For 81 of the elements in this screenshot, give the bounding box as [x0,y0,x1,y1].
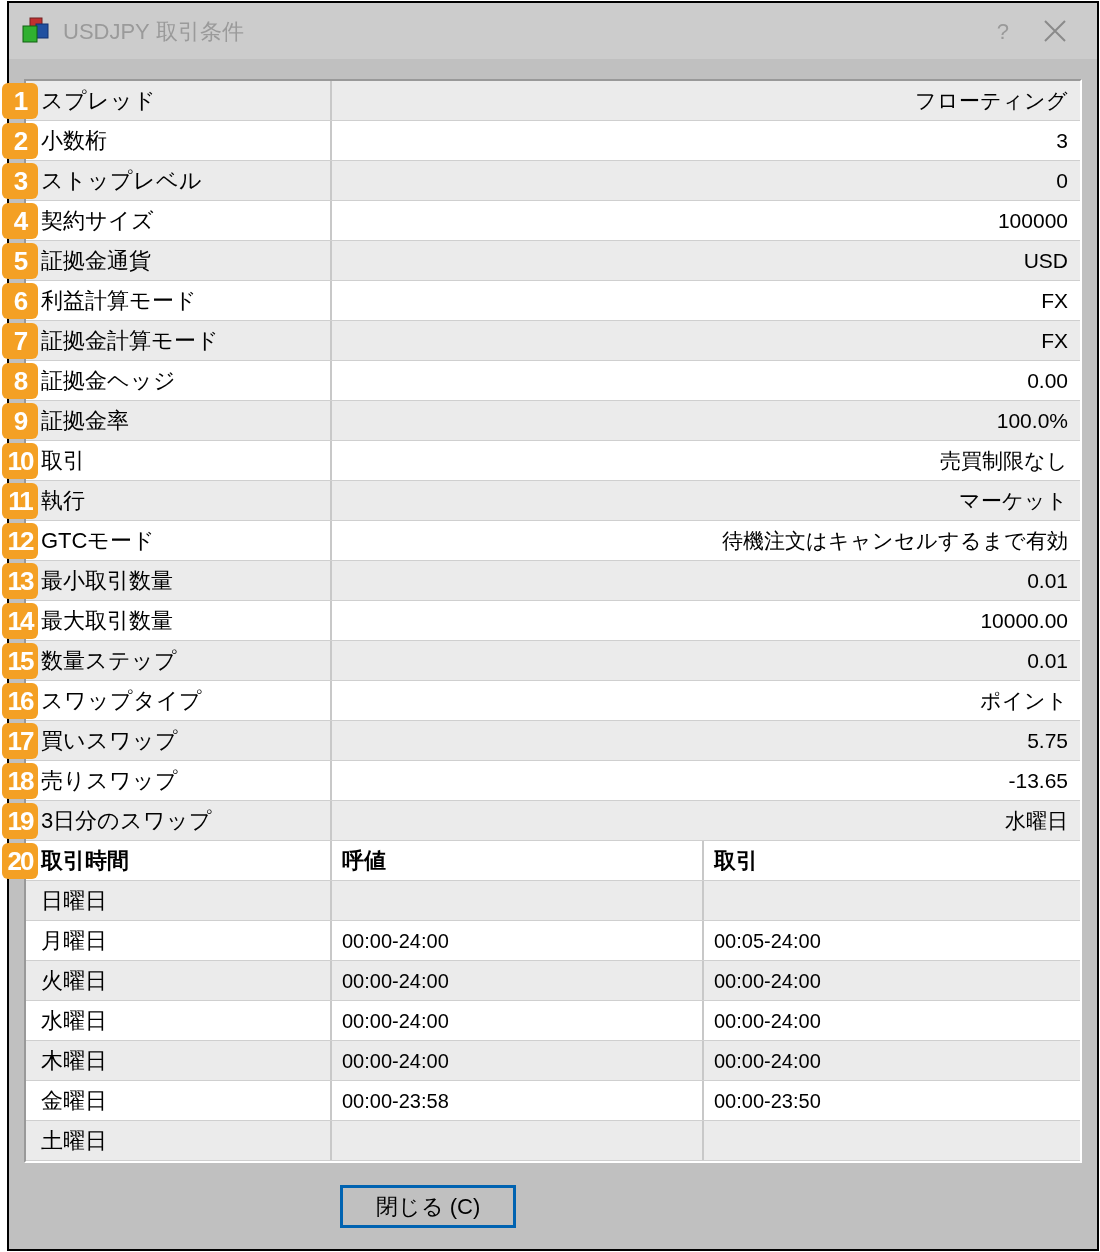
number-badge: 4 [2,203,38,239]
day-label: 日曜日 [41,887,107,915]
number-badge: 11 [2,483,38,519]
property-value: 10000.00 [980,607,1068,634]
time-range: 00:00-24:00 [714,968,821,994]
property-value: 100000 [997,207,1068,234]
time-range: 00:00-23:58 [342,1088,449,1114]
property-value: -13.65 [1008,767,1068,794]
time-range: 00:00-24:00 [342,1048,449,1074]
number-badge: 12 [2,523,38,559]
number-badge: 19 [2,803,38,839]
number-badge: 13 [2,563,38,599]
number-badge: 20 [2,843,38,879]
number-badge: 1 [2,83,38,119]
number-badge: 9 [2,403,38,439]
time-range: 00:00-24:00 [342,928,449,954]
property-value: フローティング [915,87,1068,114]
column-header: 取引時間 [41,847,129,875]
property-value: 0 [1056,167,1068,194]
property-value: 0.01 [1027,567,1068,594]
property-label: 3日分のスワップ [41,807,213,835]
property-label: スワップタイプ [41,687,202,715]
property-value: 5.75 [1027,727,1068,754]
property-value: 100.0% [996,407,1068,434]
close-dialog-button[interactable]: 閉じる (C) [340,1184,516,1228]
property-label: 契約サイズ [41,207,154,235]
number-badge: 18 [2,763,38,799]
property-label: 証拠金ヘッジ [41,367,176,395]
property-label: 売りスワップ [41,767,178,795]
property-label: GTCモード [41,527,156,555]
day-label: 金曜日 [41,1087,107,1115]
number-badge: 10 [2,443,38,479]
time-range: 00:05-24:00 [714,928,821,954]
day-label: 木曜日 [41,1047,107,1075]
time-range: 00:00-24:00 [342,1008,449,1034]
property-label: 証拠金率 [41,407,129,435]
number-badge: 5 [2,243,38,279]
number-badge: 17 [2,723,38,759]
day-label: 水曜日 [41,1007,107,1035]
property-label: ストップレベル [41,167,202,195]
time-range: 00:00-24:00 [714,1008,821,1034]
property-label: 数量ステップ [41,647,177,675]
property-label: 最小取引数量 [41,567,173,595]
property-value: 0.01 [1027,647,1068,674]
property-label: 小数桁 [41,127,107,155]
number-badge: 2 [2,123,38,159]
number-badge: 14 [2,603,38,639]
day-label: 月曜日 [41,927,107,955]
property-label: 最大取引数量 [41,607,173,635]
time-range: 00:00-24:00 [714,1048,821,1074]
property-label: 証拠金計算モード [41,327,219,355]
property-value: 3 [1056,127,1068,154]
number-badge: 7 [2,323,38,359]
day-label: 土曜日 [41,1127,107,1155]
property-value: 水曜日 [1005,807,1068,834]
number-badge: 3 [2,163,38,199]
day-label: 火曜日 [41,967,107,995]
number-badge: 15 [2,643,38,679]
number-badge: 16 [2,683,38,719]
property-value: FX [1041,287,1068,314]
number-badge: 6 [2,283,38,319]
property-value: FX [1041,327,1068,354]
number-badge: 8 [2,363,38,399]
property-label: 取引 [41,447,85,475]
property-value: USD [1023,247,1068,274]
app-icon [21,16,51,46]
close-icon [1044,20,1066,42]
column-header: 取引 [714,847,758,875]
property-label: 買いスワップ [41,727,178,755]
column-header: 呼値 [342,847,386,875]
property-value: 売買制限なし [940,447,1068,474]
property-label: スプレッド [41,87,156,115]
time-range: 00:00-24:00 [342,968,449,994]
property-value: マーケット [959,487,1068,514]
property-label: 利益計算モード [41,287,197,315]
property-label: 執行 [41,487,85,515]
time-range: 00:00-23:50 [714,1088,821,1114]
property-value: 待機注文はキャンセルするまで有効 [722,527,1068,554]
property-label: 証拠金通貨 [41,247,151,275]
property-value: ポイント [980,687,1068,714]
property-value: 0.00 [1027,367,1068,394]
